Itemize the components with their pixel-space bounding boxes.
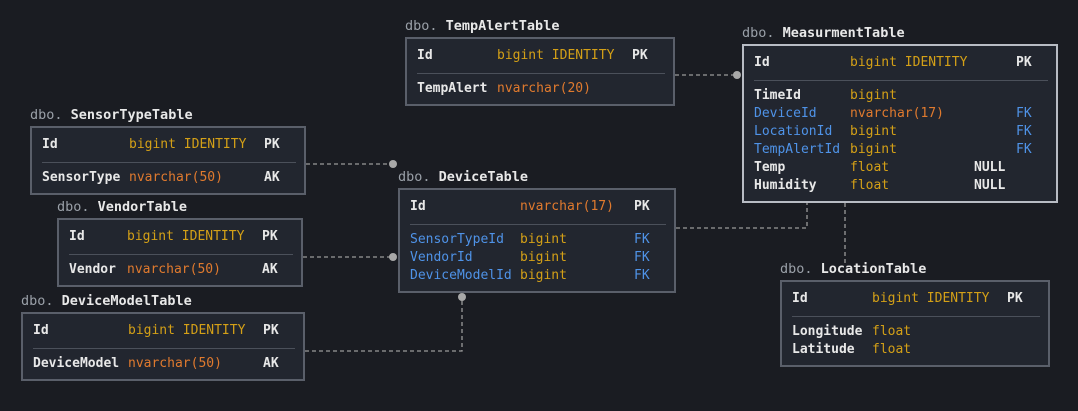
table-measurement[interactable]: dbo. MeasurmentTable Id bigint IDENTITY … [742,22,1058,203]
table-title: dbo. TempAlertTable [405,18,560,34]
pk-row[interactable]: Id bigint IDENTITY PK [792,286,1040,312]
table-location[interactable]: dbo. LocationTable Id bigint IDENTITY PK… [780,258,1050,367]
pk-row[interactable]: Id bigint IDENTITY PK [69,224,293,250]
divider [754,80,1048,81]
connector-endpoint-dot [733,71,741,79]
table-body[interactable]: Id bigint IDENTITY PK SensorType nvarcha… [30,126,306,195]
column-row[interactable]: Vendor nvarchar(50) AK [69,261,293,279]
connector-device-measurement [676,203,808,229]
table-title: dbo. LocationTable [780,261,927,277]
column-row[interactable]: LocationId bigint FK [754,123,1048,141]
pk-row[interactable]: Id bigint IDENTITY PK [42,132,296,158]
pk-row[interactable]: Id bigint IDENTITY PK [754,50,1048,76]
table-body[interactable]: Id bigint IDENTITY PK DeviceModel nvarch… [21,312,305,381]
column-row[interactable]: SensorTypeId bigint FK [410,231,666,249]
connector-endpoint-dot [389,160,397,168]
table-body[interactable]: Id bigint IDENTITY PK TimeId bigint Devi… [742,44,1058,203]
table-title: dbo. MeasurmentTable [742,25,905,41]
divider [410,224,666,225]
table-body[interactable]: Id bigint IDENTITY PK Longitude float La… [780,280,1050,367]
connector-endpoint-dot [389,253,397,261]
column-row[interactable]: DeviceModel nvarchar(50) AK [33,355,295,373]
table-device[interactable]: dbo. DeviceTable Id nvarchar(17) PK Sens… [398,166,676,293]
column-row[interactable]: SensorType nvarchar(50) AK [42,169,296,187]
divider [42,162,296,163]
column-row[interactable]: TempAlertId bigint FK [754,141,1048,159]
divider [33,348,295,349]
table-title: dbo. VendorTable [57,199,188,215]
divider [792,316,1040,317]
column-row[interactable]: Temp float NULL [754,159,1048,177]
connector-devicemodel-device [305,297,463,352]
table-vendor[interactable]: dbo. VendorTable Id bigint IDENTITY PK V… [57,196,303,287]
pk-row[interactable]: Id nvarchar(17) PK [410,194,666,220]
divider [69,254,293,255]
column-row[interactable]: Humidity float NULL [754,177,1048,195]
column-row[interactable]: Latitude float [792,341,1040,359]
connector-endpoint-dot [458,293,466,301]
table-devicemodel[interactable]: dbo. DeviceModelTable Id bigint IDENTITY… [21,290,305,381]
table-title: dbo. SensorTypeTable [30,107,193,123]
column-row[interactable]: DeviceModelId bigint FK [410,267,666,285]
pk-row[interactable]: Id bigint IDENTITY PK [417,43,665,69]
table-sensortype[interactable]: dbo. SensorTypeTable Id bigint IDENTITY … [30,104,306,195]
column-row[interactable]: DeviceId nvarchar(17) FK [754,105,1048,123]
table-body[interactable]: Id bigint IDENTITY PK TempAlert nvarchar… [405,37,675,106]
table-body[interactable]: Id bigint IDENTITY PK Vendor nvarchar(50… [57,218,303,287]
column-row[interactable]: VendorId bigint FK [410,249,666,267]
table-title: dbo. DeviceModelTable [21,293,192,309]
pk-row[interactable]: Id bigint IDENTITY PK [33,318,295,344]
column-row[interactable]: TimeId bigint [754,87,1048,105]
divider [417,73,665,74]
table-body[interactable]: Id nvarchar(17) PK SensorTypeId bigint F… [398,188,676,293]
column-row[interactable]: TempAlert nvarchar(20) [417,80,665,98]
column-row[interactable]: Longitude float [792,323,1040,341]
table-tempalert[interactable]: dbo. TempAlertTable Id bigint IDENTITY P… [405,15,675,106]
table-title: dbo. DeviceTable [398,169,529,185]
